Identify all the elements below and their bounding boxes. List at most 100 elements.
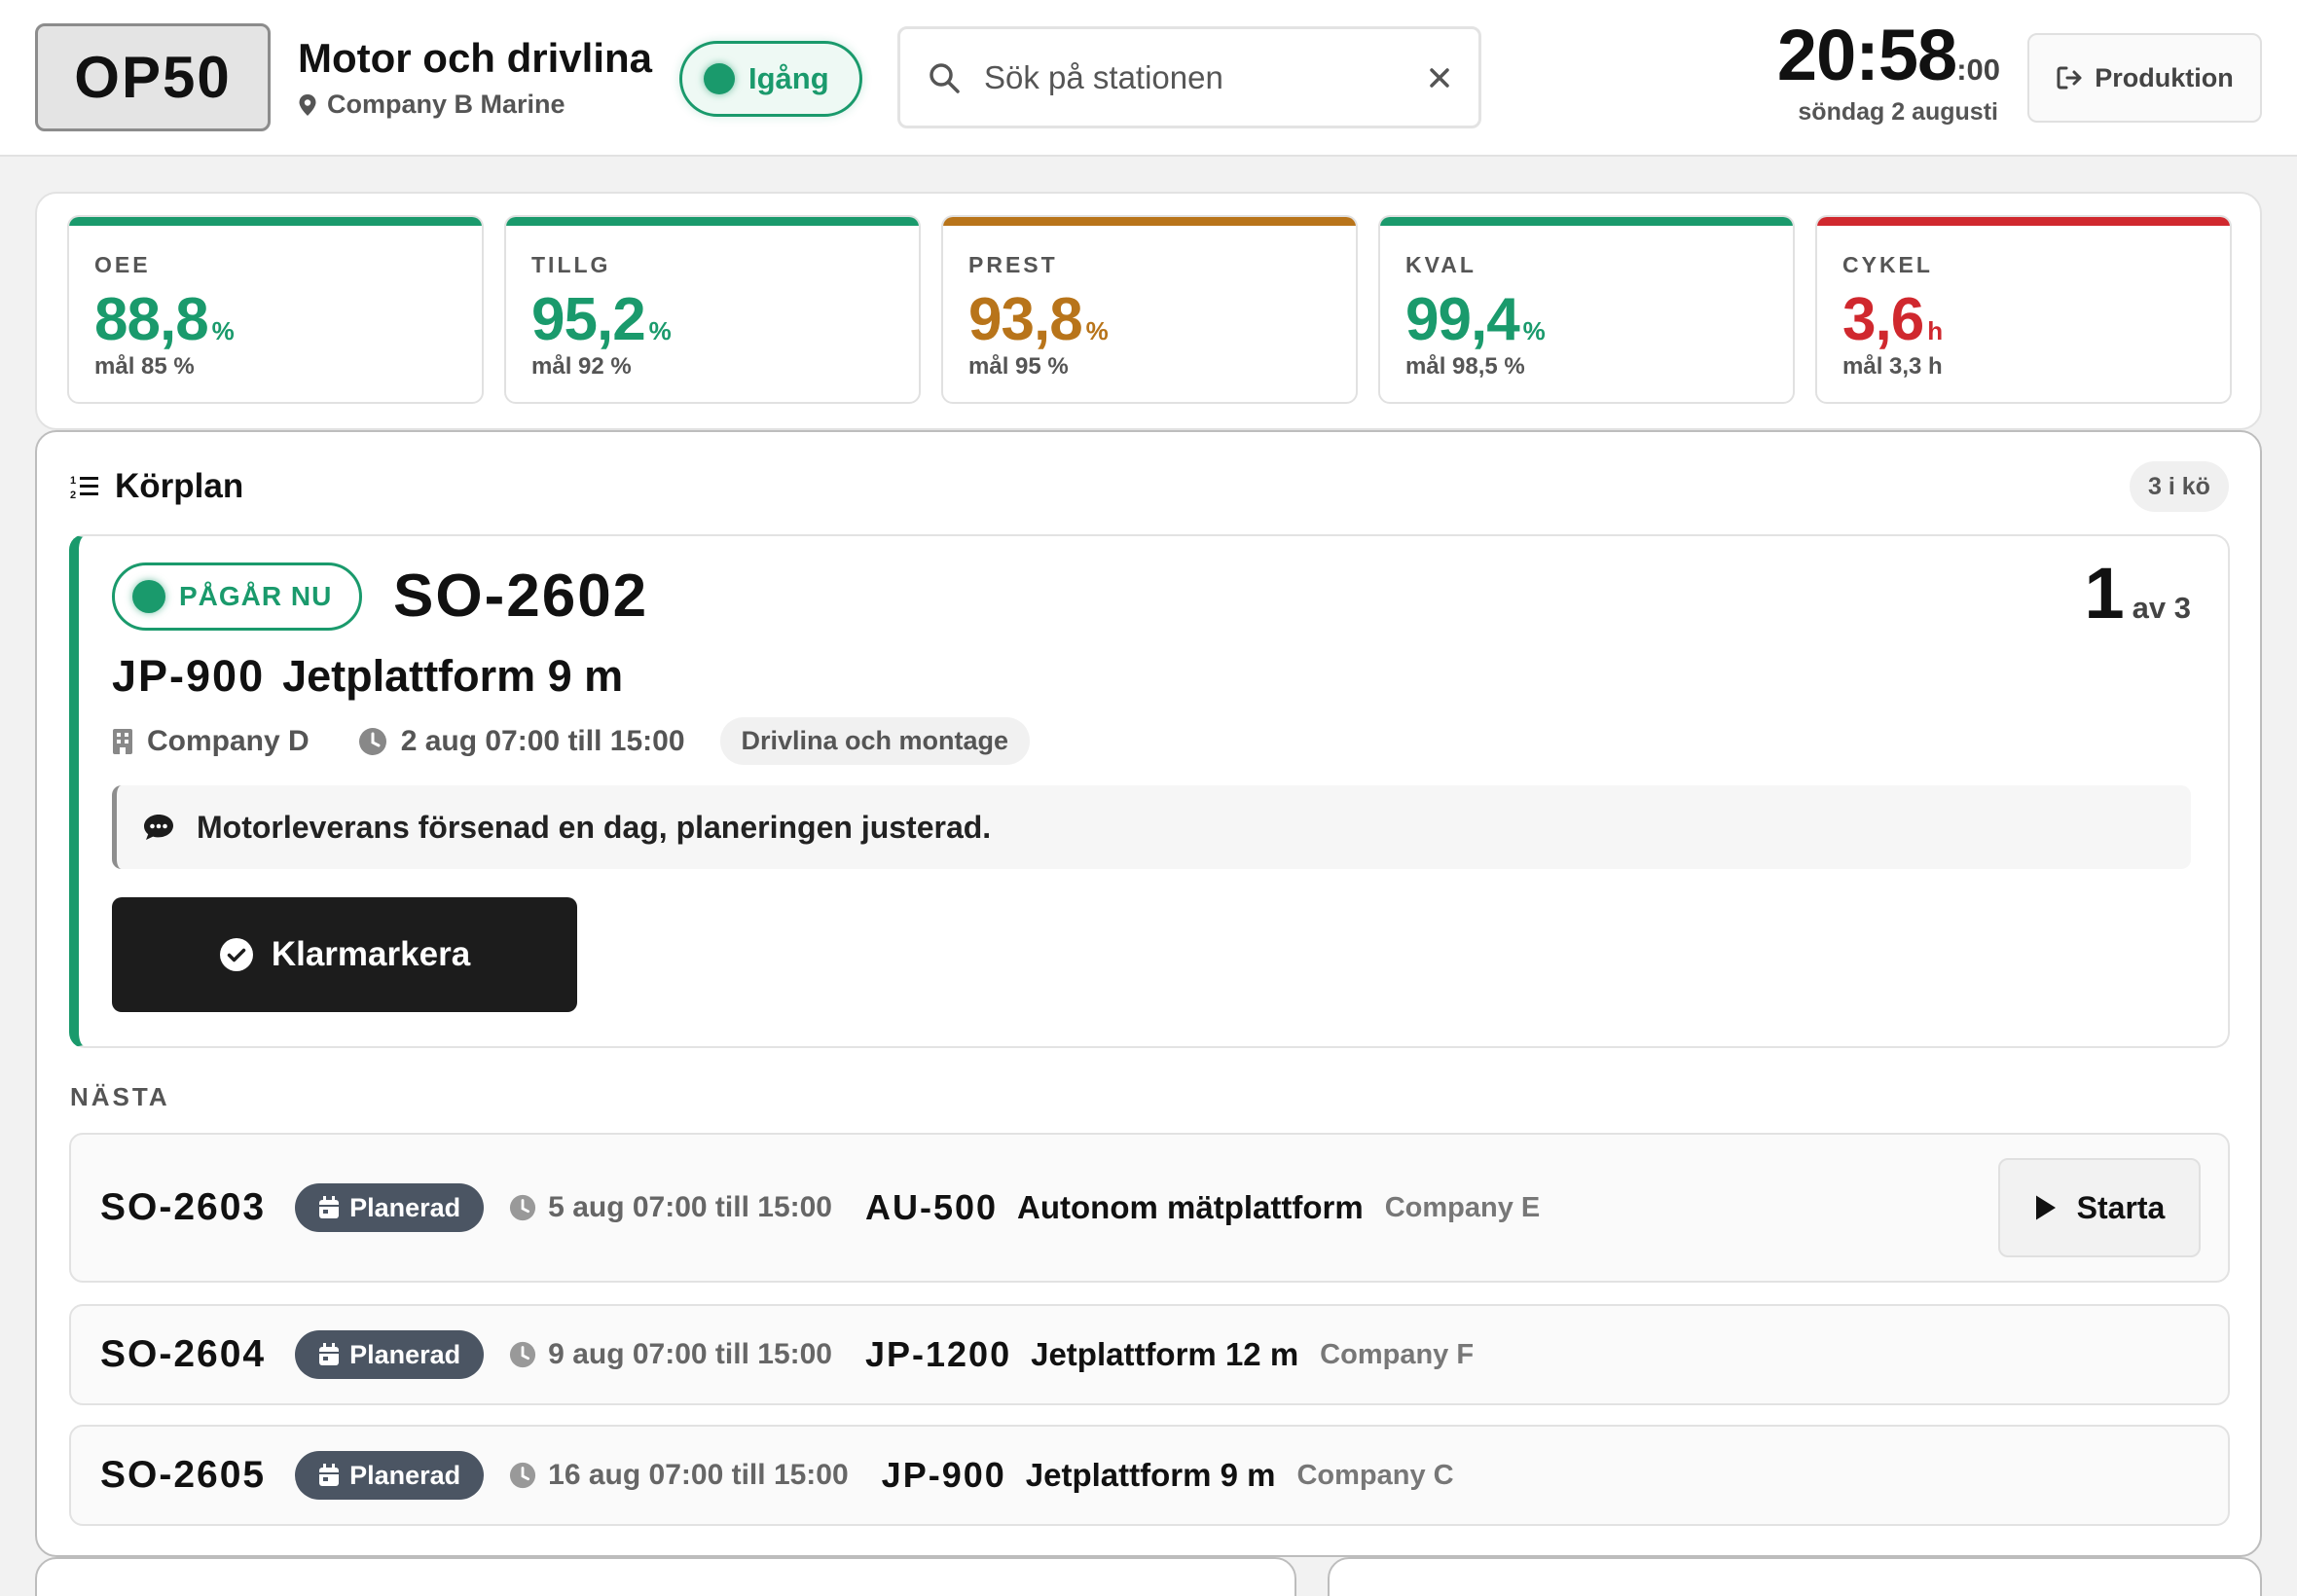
kpi-card-performance: PREST 93,8% mål 95 %: [941, 215, 1358, 404]
kpi-label: PREST: [968, 252, 1058, 277]
kpi-number: 88,8: [94, 286, 209, 353]
kpi-number: 3,6: [1842, 286, 1924, 353]
job-position-total: av 3: [2132, 591, 2191, 625]
kpi-goal: mål 92 %: [531, 353, 632, 380]
exit-icon: [2057, 66, 2082, 90]
product-code: JP-1200: [864, 1334, 1012, 1374]
job-time: 2 aug 07:00 till 15:00: [400, 724, 685, 757]
production-button-label: Produktion: [2095, 62, 2234, 92]
kpi-status-bar: [69, 217, 482, 226]
mark-done-label: Klarmarkera: [271, 935, 471, 973]
kpi-goal: mål 98,5 %: [1405, 353, 1525, 380]
clock-icon: [510, 1341, 536, 1368]
clock-date: söndag 2 augusti: [1798, 98, 1998, 126]
kpi-card-availability: TILLG 95,2% mål 92 %: [504, 215, 921, 404]
kpi-unit: h: [1927, 316, 1944, 345]
kpi-value: 88,8%: [94, 285, 235, 354]
kpi-value: 95,2%: [531, 285, 672, 354]
calendar-icon: [319, 1464, 340, 1486]
building-icon: [113, 728, 132, 754]
kpi-label: KVAL: [1405, 252, 1477, 277]
planned-label: Planerad: [349, 1460, 461, 1490]
kpi-status-bar: [506, 217, 919, 226]
job-time-label: 16 aug 07:00 till 15:00: [548, 1459, 849, 1491]
kpi-number: 99,4: [1405, 286, 1520, 353]
check-circle-icon: [219, 938, 253, 971]
bottom-left-panel: [35, 1557, 1296, 1596]
kpi-status-bar: [1817, 217, 2230, 226]
job-time: 5 aug 07:00 till 15:00: [509, 1191, 832, 1224]
kpi-unit: %: [1085, 316, 1109, 345]
current-job-card: PÅGÅR NU SO-2602 1 av 3 JP-900 Jetplattfor…: [69, 534, 2230, 1048]
product-code: JP-900: [881, 1455, 1006, 1495]
kpi-unit: %: [211, 316, 235, 345]
start-job-button[interactable]: Starta: [1998, 1158, 2201, 1257]
comment-icon: [144, 815, 173, 840]
queued-job-row[interactable]: SO-2603 Planerad 5 aug 07:00 till 15:00 …: [69, 1133, 2230, 1283]
line-status-label: Igång: [748, 61, 829, 95]
kpi-unit: %: [648, 316, 672, 345]
customer-name: Company C: [1296, 1459, 1454, 1491]
product-name: Jetplattform 9 m: [1025, 1457, 1276, 1493]
current-product: JP-900 Jetplattform 9 m: [112, 651, 623, 702]
top-header: OP50 Motor och drivlina Company B Marine…: [0, 0, 2297, 157]
planned-label: Planerad: [349, 1192, 461, 1222]
kpi-unit: %: [1522, 316, 1546, 345]
planned-badge: Planerad: [295, 1330, 485, 1379]
clock-icon: [510, 1194, 536, 1221]
product-name: Jetplattform 12 m: [1031, 1336, 1299, 1372]
kpi-goal: mål 85 %: [94, 353, 195, 380]
mark-done-button[interactable]: Klarmarkera: [112, 897, 577, 1012]
kpi-goal: mål 95 %: [968, 353, 1069, 380]
status-dot-icon: [132, 580, 165, 613]
station-code: OP50: [35, 23, 271, 131]
product-code: JP-900: [112, 651, 266, 701]
svg-text:1: 1: [70, 475, 76, 487]
run-plan-panel: 12 Körplan 3 i kö PÅGÅR NU SO-2602 1 av 3…: [35, 430, 2262, 1557]
job-position-number: 1: [2084, 553, 2125, 634]
bottom-right-panel: [1328, 1557, 2262, 1596]
current-job-meta: Company D 2 aug 07:00 till 15:00 Drivlin…: [112, 717, 1031, 765]
clock-time: 20:58: [1776, 15, 1957, 95]
process-tag: Drivlina och montage: [719, 717, 1031, 765]
station-search[interactable]: Sök på stationen: [897, 26, 1481, 128]
clock-icon: [358, 727, 386, 755]
location: Company B Marine: [298, 90, 565, 120]
numbered-list-icon: 12: [70, 475, 98, 500]
next-section-label: NÄSTA: [70, 1082, 170, 1111]
job-time-label: 5 aug 07:00 till 15:00: [548, 1191, 832, 1223]
line-status-badge: Igång: [679, 41, 862, 117]
in-progress-badge: PÅGÅR NU: [112, 562, 362, 631]
calendar-icon: [319, 1196, 340, 1218]
job-position: 1 av 3: [2025, 552, 2192, 635]
job-time: 9 aug 07:00 till 15:00: [509, 1338, 832, 1371]
search-input[interactable]: Sök på stationen: [984, 59, 1428, 96]
kpi-status-bar: [1380, 217, 1793, 226]
job-note-text: Motorleverans försenad en dag, planering…: [197, 809, 992, 845]
kpi-card-cycle: CYKEL 3,6 h mål 3,3 h: [1815, 215, 2232, 404]
status-dot-icon: [704, 63, 735, 94]
planned-label: Planerad: [349, 1339, 461, 1369]
kpi-number: 95,2: [531, 286, 646, 353]
production-button[interactable]: Produktion: [2027, 33, 2262, 123]
job-order-number: SO-2604: [100, 1333, 267, 1375]
kpi-value: 3,6 h: [1842, 285, 1943, 354]
kpi-label: OEE: [94, 252, 151, 277]
planned-badge: Planerad: [295, 1451, 485, 1500]
run-plan-header: 12 Körplan: [70, 467, 243, 506]
clock: 20:58:00: [1752, 19, 2000, 91]
location-pin-icon: [299, 93, 316, 116]
customer-name: Company E: [1384, 1191, 1541, 1223]
kpi-value: 93,8%: [968, 285, 1109, 354]
clock-icon: [510, 1462, 536, 1489]
kpi-card-quality: KVAL 99,4% mål 98,5 %: [1378, 215, 1795, 404]
current-order-number: SO-2602: [393, 562, 649, 630]
location-label: Company B Marine: [327, 90, 565, 119]
clear-search-icon[interactable]: [1428, 66, 1451, 90]
clock-seconds: :00: [1956, 53, 2000, 87]
queued-job-row[interactable]: SO-2604 Planerad 9 aug 07:00 till 15:00 …: [69, 1304, 2230, 1405]
queued-job-row[interactable]: SO-2605 Planerad 16 aug 07:00 till 15:00…: [69, 1425, 2230, 1526]
in-progress-label: PÅGÅR NU: [179, 581, 333, 611]
kpi-card-oee: OEE 88,8% mål 85 %: [67, 215, 484, 404]
kpi-label: TILLG: [531, 252, 611, 277]
